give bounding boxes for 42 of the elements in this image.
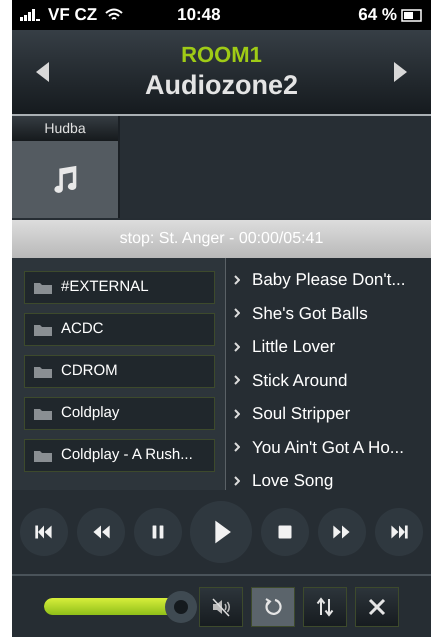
skip-back-button[interactable] [20,508,68,556]
close-button[interactable] [355,586,399,626]
folder-item[interactable]: #EXTERNAL [24,271,215,304]
mute-button[interactable] [199,586,243,626]
track-item[interactable]: Soul Stripper [234,397,431,430]
battery-text: 64 % [358,4,397,26]
battery-icon [401,8,423,22]
folder-icon [33,448,53,462]
volume-thumb[interactable] [165,590,197,622]
room-name: ROOM1 [181,41,262,69]
zone-name: Audiozone2 [145,68,298,102]
folder-icon [33,280,53,294]
chevron-icon [234,308,240,318]
folder-icon [33,406,53,420]
sort-button[interactable] [303,586,347,626]
folder-item[interactable]: Coldplay - A Rush... [24,439,215,472]
track-item[interactable]: You Ain't Got A Ho... [234,430,431,464]
folder-icon [33,322,53,336]
wifi-icon [105,8,124,22]
chevron-icon [234,476,240,486]
left-arrow-icon [34,60,50,84]
chevron-icon [234,342,240,352]
track-item[interactable]: Little Lover [234,330,431,364]
chevron-icon [234,274,240,285]
folder-item[interactable]: CDROM [24,355,215,388]
chevron-icon [234,408,240,419]
carrier-text: VF CZ [48,4,98,26]
right-arrow-icon [393,60,409,84]
folder-item[interactable]: ACDC [24,313,215,346]
folder-icon [33,364,53,378]
folder-item[interactable]: Coldplay [24,397,215,430]
chevron-icon [234,375,240,386]
now-playing-text: stop: St. Anger - 00:00/05:41 [120,229,324,249]
track-item[interactable]: Baby Please Don't... [234,263,431,296]
source-tab[interactable]: Hudba [12,116,120,218]
track-item[interactable]: Love Song [234,464,431,490]
chevron-icon [234,442,240,452]
track-item[interactable]: Stick Around [234,364,431,397]
clock-text: 10:48 [177,4,221,26]
track-item[interactable]: She's Got Balls [234,296,431,330]
volume-slider[interactable] [44,590,199,624]
repeat-button[interactable] [251,586,295,626]
